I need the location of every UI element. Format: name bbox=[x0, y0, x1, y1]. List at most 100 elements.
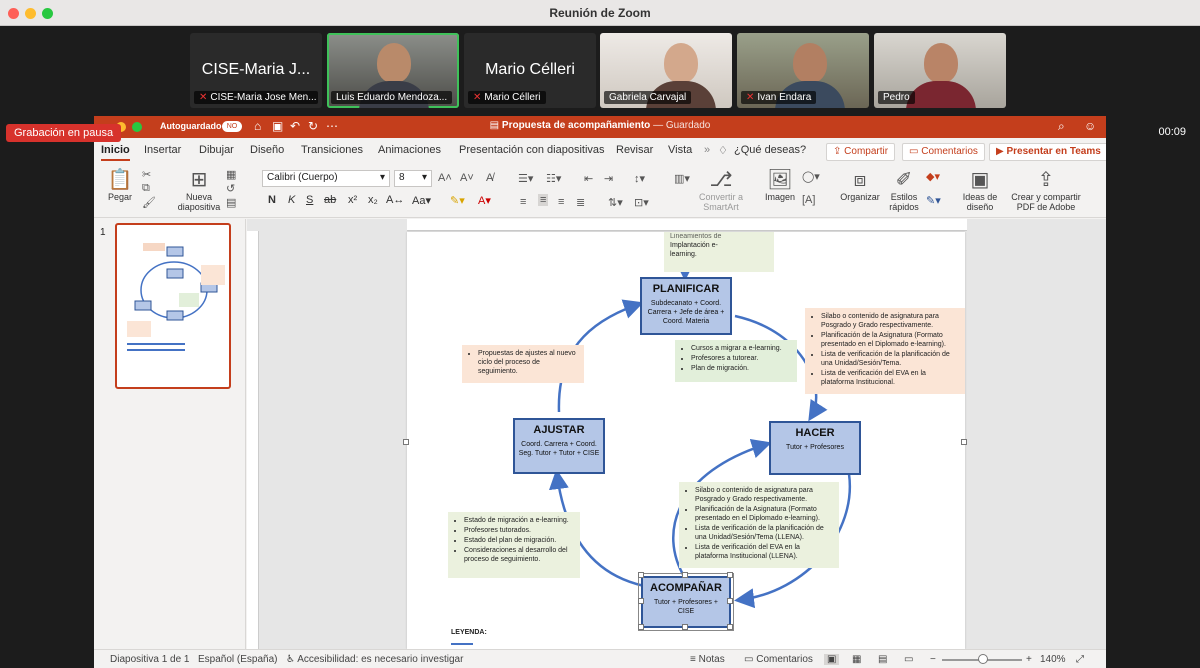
design-ideas-button[interactable]: ▣ Ideas de diseño bbox=[958, 168, 1002, 212]
tab-transiciones[interactable]: Transiciones bbox=[301, 144, 363, 156]
participant-tile[interactable]: Gabriela Carvajal bbox=[600, 33, 732, 108]
font-name-select[interactable]: Calibri (Cuerpo) ▾ bbox=[262, 170, 390, 187]
acompanar-box[interactable]: ACOMPAÑAR Tutor + Profesores + CISE bbox=[638, 573, 734, 631]
font-size-select[interactable]: 8 ▾ bbox=[394, 170, 432, 187]
quick-styles-button[interactable]: ✐ Estilos rápidos bbox=[884, 168, 924, 212]
format-painter-icon[interactable]: 🖌 bbox=[142, 196, 156, 209]
note-left-top[interactable]: Propuestas de ajustes al nuevo ciclo del… bbox=[462, 345, 584, 383]
note-center-bottom[interactable]: Silabo o contenido de asignatura para Po… bbox=[679, 482, 839, 568]
section-icon[interactable]: ▤ bbox=[226, 196, 236, 209]
status-comments-button[interactable]: ▭ Comentarios bbox=[744, 654, 813, 665]
reset-icon[interactable]: ↺ bbox=[226, 182, 235, 195]
subscript-button[interactable]: x₂ bbox=[368, 194, 378, 206]
zoom-in-icon[interactable]: + bbox=[1026, 654, 1032, 665]
more-tabs-icon[interactable]: » bbox=[704, 144, 710, 156]
present-in-teams-button[interactable]: ▶ Presentar en Teams bbox=[989, 143, 1106, 161]
tab-diseno[interactable]: Diseño bbox=[250, 144, 284, 156]
comments-button[interactable]: ▭ Comentarios bbox=[902, 143, 985, 161]
italic-button[interactable]: K bbox=[288, 194, 295, 206]
strikethrough-button[interactable]: ab bbox=[324, 194, 336, 206]
char-spacing-button[interactable]: A↔ bbox=[386, 194, 404, 206]
slide-sorter-icon[interactable]: ▦ bbox=[852, 654, 861, 665]
vertical-ruler[interactable] bbox=[247, 231, 259, 649]
tab-animaciones[interactable]: Animaciones bbox=[378, 144, 441, 156]
resize-handle[interactable] bbox=[682, 572, 688, 578]
tab-dibujar[interactable]: Dibujar bbox=[199, 144, 234, 156]
tell-me-search[interactable]: ¿Qué deseas? bbox=[734, 144, 806, 156]
text-direction-icon[interactable]: ⇅▾ bbox=[608, 196, 623, 209]
zoom-out-icon[interactable]: − bbox=[930, 654, 936, 665]
align-right-icon[interactable]: ≡ bbox=[558, 196, 564, 208]
tab-revisar[interactable]: Revisar bbox=[616, 144, 653, 156]
slide-handle-right[interactable] bbox=[961, 439, 967, 445]
font-color-icon[interactable]: A▾ bbox=[478, 194, 491, 207]
recording-paused-badge[interactable]: Grabación en pausa bbox=[6, 124, 122, 142]
note-left-bottom[interactable]: Estado de migración a e-learning. Profes… bbox=[448, 512, 580, 578]
resize-handle[interactable] bbox=[638, 572, 644, 578]
slide-handle-left[interactable] bbox=[403, 439, 409, 445]
align-left-icon[interactable]: ≡ bbox=[520, 196, 526, 208]
resize-handle[interactable] bbox=[727, 572, 733, 578]
planificar-box[interactable]: PLANIFICAR Subdecanato + Coord. Carrera … bbox=[640, 277, 732, 335]
text-box-icon[interactable]: [A] bbox=[802, 194, 815, 206]
reading-view-icon[interactable]: ▤ bbox=[878, 654, 887, 665]
highlight-icon[interactable]: ✎▾ bbox=[450, 194, 465, 207]
bold-button[interactable]: N bbox=[268, 194, 276, 206]
note-center-top[interactable]: Cursos a migrar a e-learning. Profesores… bbox=[675, 340, 797, 382]
clear-format-icon[interactable]: A̸ bbox=[486, 172, 493, 184]
shape-outline-icon[interactable]: ✎▾ bbox=[926, 194, 941, 207]
adobe-pdf-button[interactable]: ⇪ Crear y compartir PDF de Adobe bbox=[1008, 168, 1084, 212]
copy-icon[interactable]: ⧉ bbox=[142, 182, 150, 195]
bullets-icon[interactable]: ☰▾ bbox=[518, 172, 533, 185]
tab-inicio[interactable]: Inicio bbox=[101, 144, 130, 161]
normal-view-icon[interactable]: ▣ bbox=[824, 654, 840, 665]
participant-tile[interactable]: Pedro bbox=[874, 33, 1006, 108]
resize-handle[interactable] bbox=[727, 598, 733, 604]
zoom-level[interactable]: 140% bbox=[1040, 654, 1066, 665]
account-icon[interactable]: ☺ bbox=[1084, 119, 1096, 133]
note-right[interactable]: Silabo o contenido de asignatura para Po… bbox=[805, 308, 965, 394]
align-text-icon[interactable]: ⊡▾ bbox=[634, 196, 649, 209]
resize-handle[interactable] bbox=[638, 598, 644, 604]
notes-button[interactable]: ≡ Notas bbox=[690, 654, 725, 665]
participant-tile[interactable]: ✕ Ivan Endara bbox=[737, 33, 869, 108]
superscript-button[interactable]: x² bbox=[348, 194, 357, 206]
decrease-indent-icon[interactable]: ⇤ bbox=[584, 172, 593, 185]
resize-handle[interactable] bbox=[727, 624, 733, 630]
zoom-slider-thumb[interactable] bbox=[978, 654, 988, 664]
search-icon[interactable]: ⌕ bbox=[1058, 119, 1065, 134]
tab-insertar[interactable]: Insertar bbox=[144, 144, 181, 156]
participant-tile[interactable]: Luis Eduardo Mendoza... bbox=[327, 33, 459, 108]
note-top[interactable]: Lineamientos de Implantación e- learning… bbox=[664, 232, 774, 272]
slide-thumbnail[interactable] bbox=[115, 223, 231, 389]
grow-font-icon[interactable]: A˄ bbox=[438, 172, 452, 184]
fit-slide-icon[interactable]: ⤢ bbox=[1076, 654, 1084, 665]
image-button[interactable]: 🖼 Imagen bbox=[760, 168, 800, 202]
line-spacing-icon[interactable]: ↕▾ bbox=[634, 172, 645, 185]
arrange-button[interactable]: ⧈ Organizar bbox=[838, 168, 882, 202]
paste-button[interactable]: 📋 Pegar bbox=[102, 168, 138, 202]
columns-icon[interactable]: ▥▾ bbox=[674, 172, 690, 185]
shape-fill-icon[interactable]: ◆▾ bbox=[926, 170, 940, 183]
increase-indent-icon[interactable]: ⇥ bbox=[604, 172, 613, 185]
participant-tile[interactable]: CISE-Maria J... ✕ CISE-Maria Jose Men... bbox=[190, 33, 322, 108]
cut-icon[interactable]: ✂ bbox=[142, 168, 151, 181]
underline-button[interactable]: S bbox=[306, 194, 313, 206]
numbering-icon[interactable]: ☷▾ bbox=[546, 172, 561, 185]
new-slide-button[interactable]: ⊞ Nueva diapositiva bbox=[174, 168, 224, 212]
language-indicator[interactable]: Español (España) bbox=[198, 654, 278, 665]
justify-icon[interactable]: ≣ bbox=[576, 196, 585, 209]
ajustar-box[interactable]: AJUSTAR Coord. Carrera + Coord. Seg. Tut… bbox=[513, 418, 605, 474]
change-case-button[interactable]: Aa▾ bbox=[412, 194, 431, 207]
slideshow-icon[interactable]: ▭ bbox=[904, 654, 913, 665]
shrink-font-icon[interactable]: A˅ bbox=[460, 172, 474, 184]
resize-handle[interactable] bbox=[638, 624, 644, 630]
accessibility-status[interactable]: ♿ Accesibilidad: es necesario investigar bbox=[286, 654, 463, 665]
tab-presentacion[interactable]: Presentación con diapositivas bbox=[459, 144, 605, 156]
convert-smartart-button[interactable]: ⎇ Convertir a SmartArt bbox=[698, 168, 744, 212]
horizontal-ruler[interactable] bbox=[407, 219, 967, 231]
hacer-box[interactable]: HACER Tutor + Profesores bbox=[769, 421, 861, 475]
layout-icon[interactable]: ▦ bbox=[226, 168, 236, 181]
participant-tile[interactable]: Mario Célleri ✕ Mario Célleri bbox=[464, 33, 596, 108]
tab-vista[interactable]: Vista bbox=[668, 144, 692, 156]
